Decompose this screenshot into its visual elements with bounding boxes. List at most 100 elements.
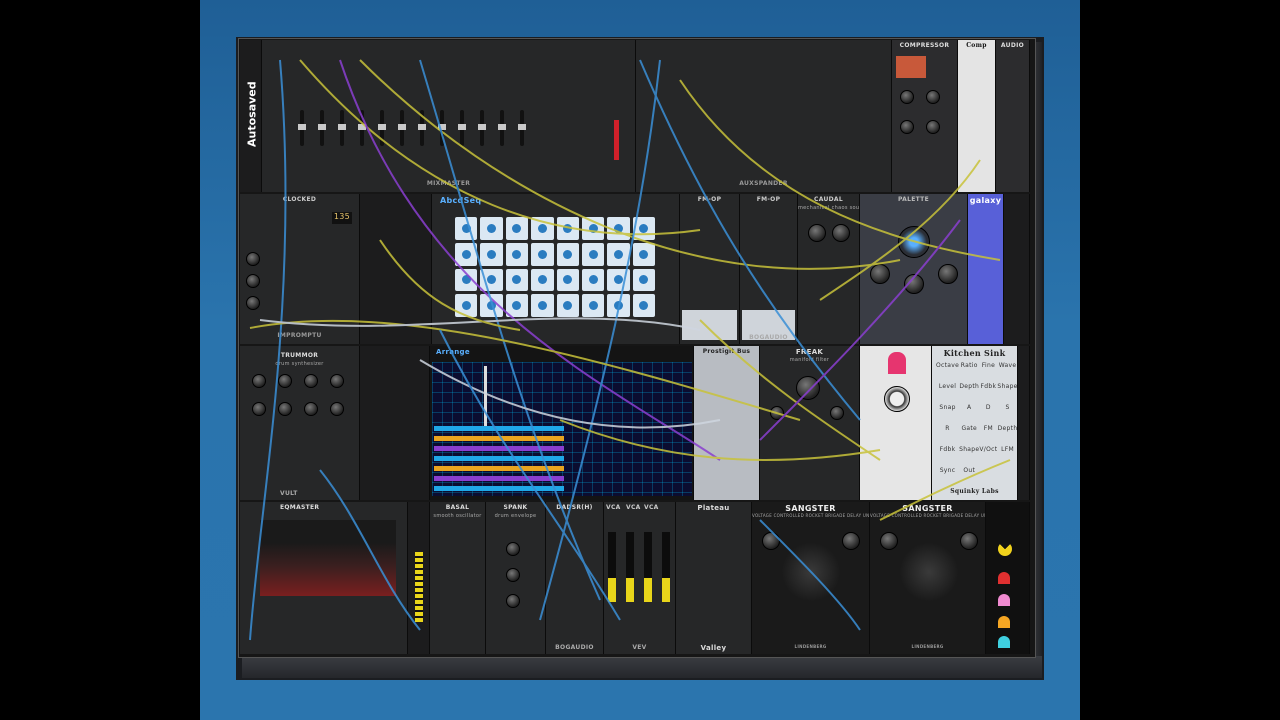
threshold-knob[interactable] xyxy=(900,90,914,104)
pacman-module[interactable] xyxy=(986,502,1030,654)
palette-knob[interactable] xyxy=(938,264,958,284)
decay-knob[interactable] xyxy=(506,594,520,608)
plaits-like-module[interactable] xyxy=(860,346,932,500)
output-module[interactable] xyxy=(1004,194,1030,344)
spank-module[interactable]: SPANK drum envelope xyxy=(486,502,546,654)
mixer-fader[interactable] xyxy=(518,110,526,146)
mixer-fader[interactable] xyxy=(418,110,426,146)
step-button[interactable] xyxy=(607,294,630,317)
mixer-fader[interactable] xyxy=(438,110,446,146)
mixer-fader[interactable] xyxy=(458,110,466,146)
step-button[interactable] xyxy=(480,217,503,240)
step-button[interactable] xyxy=(455,268,478,292)
step-button[interactable] xyxy=(505,294,529,317)
caudal-module[interactable]: CAUDAL mechanical chaos source xyxy=(798,194,860,344)
step-button[interactable] xyxy=(531,294,554,317)
step-button[interactable] xyxy=(480,242,503,266)
drum-knob[interactable] xyxy=(252,402,266,416)
compressor-module[interactable]: COMPRESSOR xyxy=(892,40,958,192)
step-button[interactable] xyxy=(531,242,554,266)
drum-knob[interactable] xyxy=(278,402,292,416)
mixer-fader[interactable] xyxy=(358,110,366,146)
step-button[interactable] xyxy=(455,294,478,317)
step-button[interactable] xyxy=(581,242,605,266)
playhead[interactable] xyxy=(484,366,487,426)
step-button[interactable] xyxy=(455,217,478,240)
ratio-knob[interactable] xyxy=(926,120,940,134)
palette-main-knob[interactable] xyxy=(898,226,930,258)
mixmaster-module[interactable]: MIXMASTER xyxy=(262,40,636,192)
freak-knob[interactable] xyxy=(830,406,844,420)
sangster-module-1[interactable]: SANGSTER VOLTAGE CONTROLLED ROCKET BRIGA… xyxy=(752,502,870,654)
audio-module[interactable]: AUDIO xyxy=(996,40,1030,192)
caudal-knob[interactable] xyxy=(808,224,826,242)
step-button[interactable] xyxy=(505,268,529,292)
step-button[interactable] xyxy=(632,242,655,266)
galaxy-module[interactable]: galaxy xyxy=(968,194,1004,344)
attack-knob[interactable] xyxy=(900,120,914,134)
mixer-fader[interactable] xyxy=(398,110,406,146)
drum-knob[interactable] xyxy=(330,374,344,388)
step-button[interactable] xyxy=(455,242,478,266)
time-knob[interactable] xyxy=(762,532,780,550)
drum-knob[interactable] xyxy=(278,374,292,388)
fm-op-module-2[interactable]: FM-OP BOGAUDIO xyxy=(740,194,798,344)
sequencer-step-grid[interactable] xyxy=(455,217,655,317)
feedback-knob[interactable] xyxy=(960,532,978,550)
sangster-module-2[interactable]: SANGSTER VOLTAGE CONTROLLED ROCKET BRIGA… xyxy=(870,502,986,654)
clock-knob[interactable] xyxy=(246,252,260,266)
basal-module[interactable]: BASAL smooth oscillator xyxy=(430,502,486,654)
step-button[interactable] xyxy=(556,268,579,292)
dadsr-module[interactable]: DADSR(H) BOGAUDIO xyxy=(546,502,604,654)
hh-module[interactable] xyxy=(360,346,430,500)
fm-op-module-1[interactable]: FM-OP xyxy=(680,194,740,344)
freak-knob[interactable] xyxy=(770,406,784,420)
trummor-module[interactable]: TRUMMOR drum synthesizer VULT xyxy=(240,346,360,500)
mixer-fader[interactable] xyxy=(298,110,306,146)
cutoff-knob[interactable] xyxy=(796,376,820,400)
hold-knob[interactable] xyxy=(506,568,520,582)
vca-bank-module[interactable]: VCA VCA VCA VEV xyxy=(604,502,676,654)
drum-knob[interactable] xyxy=(252,374,266,388)
arrangement-grid[interactable] xyxy=(432,362,692,496)
mixer-fader[interactable] xyxy=(338,110,346,146)
clock-knob[interactable] xyxy=(246,296,260,310)
step-button[interactable] xyxy=(556,294,579,317)
mixer-fader[interactable] xyxy=(378,110,386,146)
time-knob[interactable] xyxy=(880,532,898,550)
step-button[interactable] xyxy=(505,217,529,240)
logic-module[interactable] xyxy=(360,194,432,344)
palette-module[interactable]: PALETTE xyxy=(860,194,968,344)
feedback-knob[interactable] xyxy=(842,532,860,550)
freak-module[interactable]: FREAK manifold filter xyxy=(760,346,860,500)
step-button[interactable] xyxy=(581,268,605,292)
step-button[interactable] xyxy=(556,242,579,266)
mixer-fader[interactable] xyxy=(478,110,486,146)
clocked-module[interactable]: CLOCKED 135 IMPROMPTU xyxy=(240,194,360,344)
knee-knob[interactable] xyxy=(926,90,940,104)
clock-knob[interactable] xyxy=(246,274,260,288)
eqmaster-module[interactable]: EQMASTER xyxy=(240,502,408,654)
step-button[interactable] xyxy=(531,217,554,240)
step-button[interactable] xyxy=(480,268,503,292)
step-button[interactable] xyxy=(505,242,529,266)
step-button[interactable] xyxy=(581,217,605,240)
plateau-module[interactable]: Plateau Valley xyxy=(676,502,752,654)
step-button[interactable] xyxy=(581,294,605,317)
comp-module[interactable]: Comp xyxy=(958,40,996,192)
step-button[interactable] xyxy=(556,217,579,240)
step-button[interactable] xyxy=(632,294,655,317)
kitchen-sink-module[interactable]: Kitchen Sink Octave Ratio Fine Wave Leve… xyxy=(932,346,1018,500)
palette-knob[interactable] xyxy=(904,274,924,294)
drum-knob[interactable] xyxy=(304,374,318,388)
prostigiit-module[interactable]: Prostigit Bus xyxy=(694,346,760,500)
step-button[interactable] xyxy=(607,268,630,292)
step-button[interactable] xyxy=(607,217,630,240)
step-button[interactable] xyxy=(607,242,630,266)
step-button[interactable] xyxy=(531,268,554,292)
drum-knob[interactable] xyxy=(304,402,318,416)
step-button[interactable] xyxy=(480,294,503,317)
drum-knob[interactable] xyxy=(330,402,344,416)
step-button[interactable] xyxy=(632,217,655,240)
mixer-fader[interactable] xyxy=(498,110,506,146)
